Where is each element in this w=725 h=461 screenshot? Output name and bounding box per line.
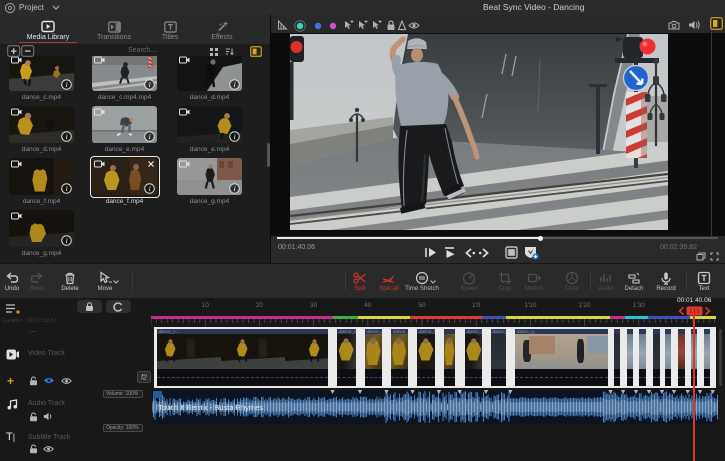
svg-text:i: i xyxy=(149,132,151,141)
svg-text:f2: f2 xyxy=(141,375,147,382)
svg-text:i: i xyxy=(66,236,68,245)
svg-text:i: i xyxy=(66,184,68,193)
svg-text:1'10: 1'10 xyxy=(524,302,536,309)
svg-text:1'20: 1'20 xyxy=(579,302,591,309)
svg-text:10: 10 xyxy=(202,302,210,309)
svg-text:i: i xyxy=(66,132,68,141)
svg-text:i: i xyxy=(66,80,68,89)
svg-text:i: i xyxy=(234,132,236,141)
svg-text:30: 30 xyxy=(310,302,318,309)
svg-text:50: 50 xyxy=(418,302,426,309)
svg-text:i: i xyxy=(149,80,151,89)
svg-text:i: i xyxy=(234,184,236,193)
svg-text:20: 20 xyxy=(256,302,264,309)
svg-text:1'30: 1'30 xyxy=(633,302,645,309)
svg-text:1'0: 1'0 xyxy=(472,302,481,309)
svg-text:i: i xyxy=(234,80,236,89)
svg-text:40: 40 xyxy=(364,302,372,309)
